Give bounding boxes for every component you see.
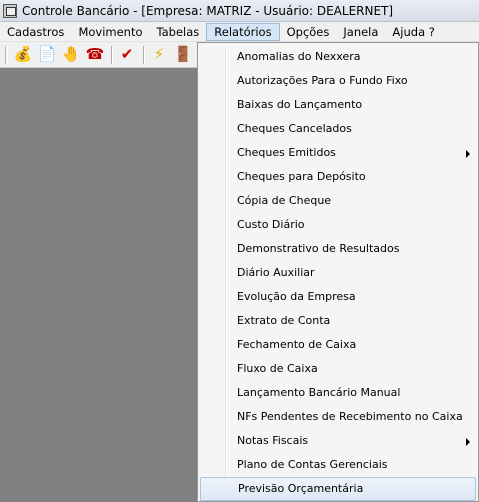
menu-item-baixas-lancamento[interactable]: Baixas do Lançamento xyxy=(198,93,478,117)
menu-item-label: Autorizações Para o Fundo Fixo xyxy=(237,74,408,87)
menu-item-label: Demonstrativo de Resultados xyxy=(237,242,400,255)
checkmark-icon[interactable]: ✔ xyxy=(116,44,138,66)
menu-item-label: Diário Auxiliar xyxy=(237,266,315,279)
toolbar-separator xyxy=(143,45,145,64)
menu-tabelas[interactable]: Tabelas xyxy=(150,23,207,41)
menu-item-nfs-pendentes[interactable]: NFs Pendentes de Recebimento no Caixa xyxy=(198,405,478,429)
window-title: Controle Bancário - [Empresa: MATRIZ - U… xyxy=(22,3,394,18)
toolbar-grip[interactable] xyxy=(5,45,8,64)
app-icon[interactable] xyxy=(3,3,17,18)
menu-item-autorizacoes-fundo-fixo[interactable]: Autorizações Para o Fundo Fixo xyxy=(198,69,478,93)
menu-item-label: Custo Diário xyxy=(237,218,305,231)
phone-icon[interactable]: ☎ xyxy=(84,44,106,66)
menu-item-demonstrativo-resultados[interactable]: Demonstrativo de Resultados xyxy=(198,237,478,261)
menu-item-label: Evolução da Empresa xyxy=(237,290,356,303)
menu-item-label: Extrato de Conta xyxy=(237,314,331,327)
money-bag-icon[interactable]: 💰 xyxy=(12,44,34,66)
menu-item-notas-fiscais[interactable]: Notas Fiscais xyxy=(198,429,478,453)
menu-item-label: Cópia de Cheque xyxy=(237,194,332,207)
menu-item-cheques-emitidos[interactable]: Cheques Emitidos xyxy=(198,141,478,165)
menu-item-cheques-deposito[interactable]: Cheques para Depósito xyxy=(198,165,478,189)
menu-item-label: Fluxo de Caixa xyxy=(237,362,318,375)
menu-item-custo-diario[interactable]: Custo Diário xyxy=(198,213,478,237)
menu-item-lancamento-bancario-manual[interactable]: Lançamento Bancário Manual xyxy=(198,381,478,405)
menu-item-label: Baixas do Lançamento xyxy=(237,98,363,111)
hand-icon[interactable]: 🤚 xyxy=(60,44,82,66)
menu-bar: Cadastros Movimento Tabelas Relatórios O… xyxy=(0,22,479,42)
menu-item-label: Previsão Orçamentária xyxy=(238,482,364,495)
menu-item-fluxo-caixa[interactable]: Fluxo de Caixa xyxy=(198,357,478,381)
menu-item-label: Lançamento Bancário Manual xyxy=(237,386,401,399)
menu-item-label: Notas Fiscais xyxy=(237,434,309,447)
menu-movimento[interactable]: Movimento xyxy=(71,23,149,41)
menu-item-cheques-cancelados[interactable]: Cheques Cancelados xyxy=(198,117,478,141)
menu-item-label: Anomalias do Nexxera xyxy=(237,50,361,63)
menu-item-previsao-orcamentaria[interactable]: Previsão Orçamentária xyxy=(200,477,476,501)
relatorios-dropdown-menu: Anomalias do Nexxera Autorizações Para o… xyxy=(197,42,479,502)
menu-ajuda[interactable]: Ajuda ? xyxy=(385,23,441,41)
menu-item-label: Cheques Emitidos xyxy=(237,146,336,159)
lightning-icon[interactable]: ⚡ xyxy=(148,44,170,66)
title-bar: Controle Bancário - [Empresa: MATRIZ - U… xyxy=(0,0,479,22)
menu-item-label: Fechamento de Caixa xyxy=(237,338,357,351)
menu-item-extrato-conta[interactable]: Extrato de Conta xyxy=(198,309,478,333)
menu-item-fechamento-caixa[interactable]: Fechamento de Caixa xyxy=(198,333,478,357)
menu-item-label: Plano de Contas Gerenciais xyxy=(237,458,388,471)
menu-item-label: Cheques Cancelados xyxy=(237,122,352,135)
menu-item-evolucao-empresa[interactable]: Evolução da Empresa xyxy=(198,285,478,309)
document-icon[interactable]: 📄 xyxy=(36,44,58,66)
menu-item-label: NFs Pendentes de Recebimento no Caixa xyxy=(237,410,463,423)
menu-item-plano-contas-gerenciais[interactable]: Plano de Contas Gerenciais xyxy=(198,453,478,477)
menu-item-diario-auxiliar[interactable]: Diário Auxiliar xyxy=(198,261,478,285)
menu-opcoes[interactable]: Opções xyxy=(280,23,337,41)
toolbar-separator xyxy=(111,45,113,64)
menu-cadastros[interactable]: Cadastros xyxy=(0,23,71,41)
menu-item-label: Cheques para Depósito xyxy=(237,170,366,183)
menu-item-anomalias-nexxera[interactable]: Anomalias do Nexxera xyxy=(198,45,478,69)
menu-janela[interactable]: Janela xyxy=(336,23,385,41)
exit-door-icon[interactable]: 🚪 xyxy=(172,44,194,66)
submenu-arrow-icon xyxy=(466,150,470,158)
submenu-arrow-icon xyxy=(466,438,470,446)
menu-item-copia-cheque[interactable]: Cópia de Cheque xyxy=(198,189,478,213)
menu-relatorios[interactable]: Relatórios xyxy=(206,22,280,41)
